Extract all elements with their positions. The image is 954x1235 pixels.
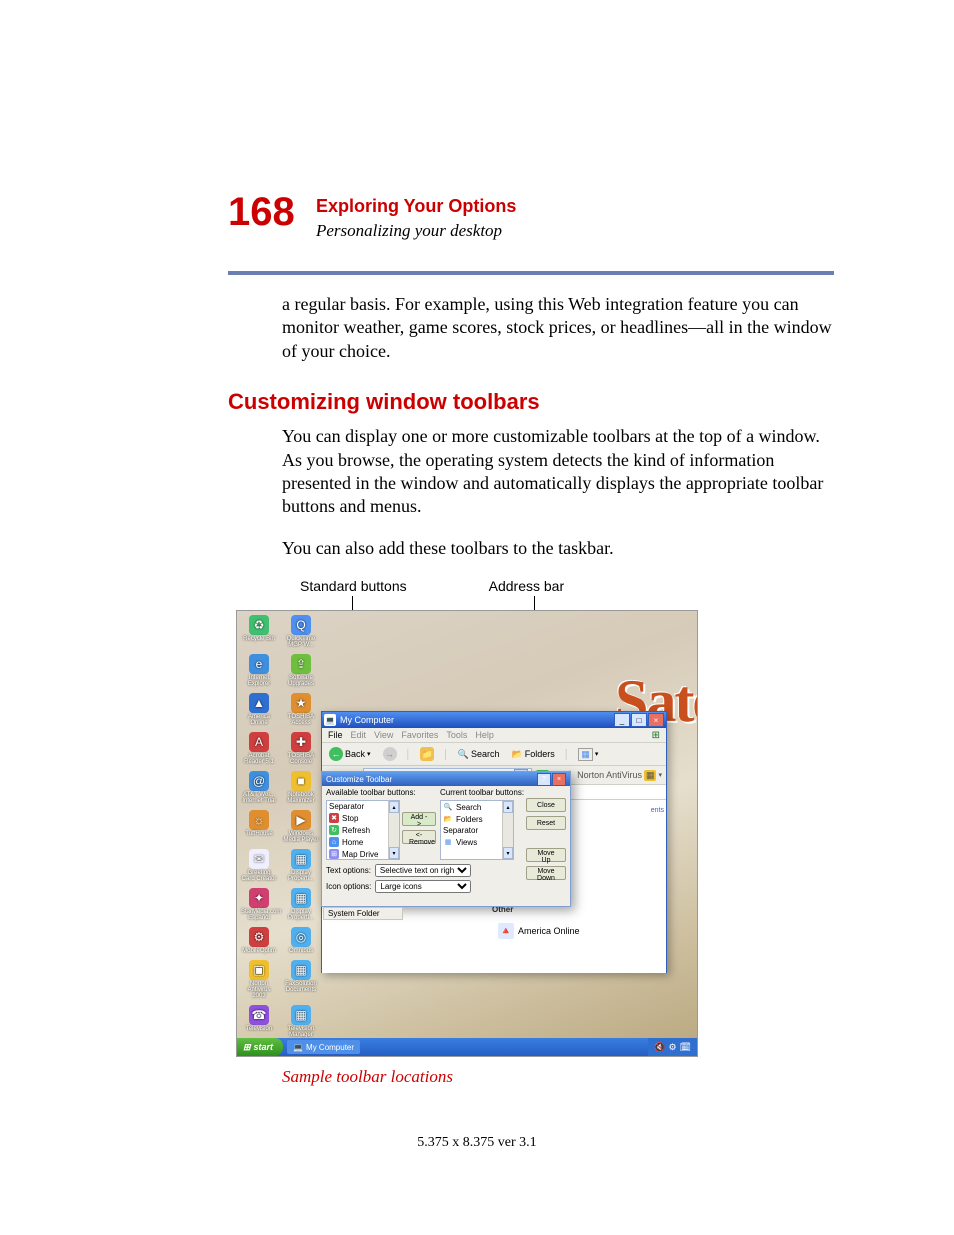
move-down-button[interactable]: Move Down — [526, 866, 566, 880]
paragraph-1: You can display one or more customizable… — [282, 425, 834, 519]
tray-icon[interactable]: 🗓 — [680, 1042, 691, 1053]
america-online-item[interactable]: 🔺 America Online — [498, 923, 580, 939]
close-button[interactable]: × — [648, 713, 664, 727]
current-buttons-label: Current toolbar buttons: — [440, 788, 524, 797]
figure-screenshot: Sate ♻Recycle BinQQuickTime MGP W... eIn… — [236, 610, 698, 1057]
status-system-folder: System Folder — [323, 907, 403, 920]
section-subtitle: Personalizing your desktop — [316, 221, 834, 241]
available-buttons-label: Available toolbar buttons: — [326, 788, 416, 797]
menu-view[interactable]: View — [374, 730, 393, 740]
desktop-icon-grid: ♻Recycle BinQQuickTime MGP W... eInterne… — [241, 615, 325, 1057]
page-footer: 5.375 x 8.375 ver 3.1 — [0, 1135, 954, 1151]
current-buttons-list[interactable]: 🔍Search 📂Folders Separator ▦Views ▴▾ — [440, 800, 514, 860]
desktop-icon[interactable]: @AT&T Wor... Internet Trial — [241, 771, 277, 804]
taskbar-item[interactable]: 💻 My Computer — [287, 1040, 360, 1054]
icon-options-label: Icon options: — [326, 882, 371, 891]
scrollbar[interactable]: ▴▾ — [502, 801, 513, 859]
chapter-title: Exploring Your Options — [316, 196, 834, 217]
desktop-icon[interactable]: ■Notebook Maximizer — [283, 771, 319, 804]
text-options-select[interactable]: Selective text on right — [375, 864, 471, 877]
desktop-icon[interactable]: ★TOSHIBA Access — [283, 693, 319, 726]
norton-toolbar-item[interactable]: Norton AntiVirus ▦▾ — [577, 770, 662, 781]
desktop-icon[interactable]: ▣Norton Antivirus 2003 — [241, 960, 277, 999]
remove-button[interactable]: <- Remove — [402, 830, 436, 844]
dialog-titlebar[interactable]: Customize Toolbar ? × — [322, 772, 570, 786]
scrollbar[interactable]: ▴▾ — [388, 801, 399, 859]
desktop-icon[interactable]: ▶Windows Media Player — [283, 810, 319, 843]
desktop-icon[interactable]: ✉Greeting Card Creator — [241, 849, 277, 882]
page-number: 168 — [228, 190, 295, 235]
add-button[interactable]: Add -> — [402, 812, 436, 826]
desktop-icon[interactable]: ▦Television Manager — [283, 1005, 319, 1038]
header-rule — [228, 271, 834, 275]
start-button[interactable]: ⊞ start — [237, 1038, 283, 1056]
customize-toolbar-dialog: Customize Toolbar ? × Available toolbar … — [321, 771, 571, 907]
explorer-menubar: File Edit View Favorites Tools Help ⊞ — [322, 728, 666, 743]
search-button[interactable]: 🔍Search — [455, 748, 503, 761]
figure-caption: Sample toolbar locations — [282, 1067, 834, 1087]
desktop-icon[interactable]: ✦StarMedia.com Español — [241, 888, 277, 921]
views-button[interactable]: ▦▾ — [575, 747, 601, 762]
maximize-button[interactable]: □ — [631, 713, 647, 727]
callout-standard-buttons: Standard buttons — [300, 578, 407, 594]
callout-leader-lines — [282, 598, 834, 610]
dialog-close-button[interactable]: × — [552, 773, 566, 786]
explorer-titlebar[interactable]: 💻 My Computer _ □ × — [322, 712, 666, 728]
my-computer-icon: 💻 — [324, 714, 336, 726]
my-computer-icon: 💻 — [293, 1043, 303, 1052]
dialog-title: Customize Toolbar — [326, 775, 392, 784]
desktop-icon[interactable]: ▦Display Properti... — [283, 849, 319, 882]
dialog-help-button[interactable]: ? — [537, 773, 551, 786]
desktop-icon[interactable]: ⇪Software Upgrades — [283, 654, 319, 687]
desktop-icon[interactable]: ☼TuffHouse — [241, 810, 277, 843]
up-button[interactable]: 📁 — [417, 746, 437, 762]
desktop-icon[interactable]: ☎Television — [241, 1005, 277, 1038]
forward-button[interactable]: → — [380, 746, 400, 762]
reset-button[interactable]: Reset — [526, 816, 566, 830]
folders-button[interactable]: 📂Folders — [509, 748, 558, 761]
menu-file[interactable]: File — [328, 730, 343, 740]
truncated-item-label: ents — [651, 807, 664, 814]
windows-logo-icon: ⊞ — [243, 1042, 251, 1053]
aol-icon: 🔺 — [498, 923, 514, 939]
icon-options-select[interactable]: Large icons — [375, 880, 471, 893]
menu-favorites[interactable]: Favorites — [401, 730, 438, 740]
minimize-button[interactable]: _ — [614, 713, 630, 727]
standard-buttons-toolbar: ←Back▾ → │ 📁 │ 🔍Search 📂Folders │ ▦▾ — [322, 743, 666, 766]
desktop-icon[interactable]: eInternet Explorer — [241, 654, 277, 687]
back-button[interactable]: ←Back▾ — [326, 746, 374, 762]
aol-label: America Online — [518, 926, 580, 936]
menu-edit[interactable]: Edit — [351, 730, 367, 740]
desktop-icon[interactable]: ⚙MobileOptim — [241, 927, 277, 954]
available-buttons-list[interactable]: Separator ✖Stop ↻Refresh ⌂Home ⊞Map Driv… — [326, 800, 400, 860]
paragraph-2: You can also add these toolbars to the t… — [282, 537, 834, 560]
desktop-icon[interactable]: ◎Omnibus — [283, 927, 319, 954]
desktop-icon[interactable]: ✚TOSHIBA Console — [283, 732, 319, 765]
close-button[interactable]: Close — [526, 798, 566, 812]
tray-icon[interactable]: ⚙ — [668, 1042, 676, 1053]
move-up-button[interactable]: Move Up — [526, 848, 566, 862]
desktop-icon[interactable]: AAcrobat Reader 5.1 — [241, 732, 277, 765]
tray-icon[interactable]: 🔇 — [654, 1042, 665, 1053]
windows-flag-icon: ⊞ — [652, 730, 660, 741]
text-options-label: Text options: — [326, 866, 371, 875]
desktop-icon[interactable]: QQuickTime MGP W... — [283, 615, 319, 648]
system-tray[interactable]: 🔇 ⚙ 🗓 — [648, 1038, 697, 1056]
intro-paragraph: a regular basis. For example, using this… — [282, 293, 834, 363]
desktop-icon[interactable]: ♻Recycle Bin — [241, 615, 277, 648]
desktop-icon[interactable]: ▲America Online — [241, 693, 277, 726]
explorer-title: My Computer — [340, 715, 394, 725]
menu-help[interactable]: Help — [475, 730, 494, 740]
callout-address-bar: Address bar — [489, 578, 564, 594]
taskbar: ⊞ start 💻 My Computer 🔇 ⚙ 🗓 — [237, 1038, 697, 1056]
menu-tools[interactable]: Tools — [446, 730, 467, 740]
desktop-icon[interactable]: ▦FaxSolution Documents — [283, 960, 319, 999]
desktop-icon[interactable]: ▦Display Properti... — [283, 888, 319, 921]
heading-customizing: Customizing window toolbars — [228, 389, 834, 415]
